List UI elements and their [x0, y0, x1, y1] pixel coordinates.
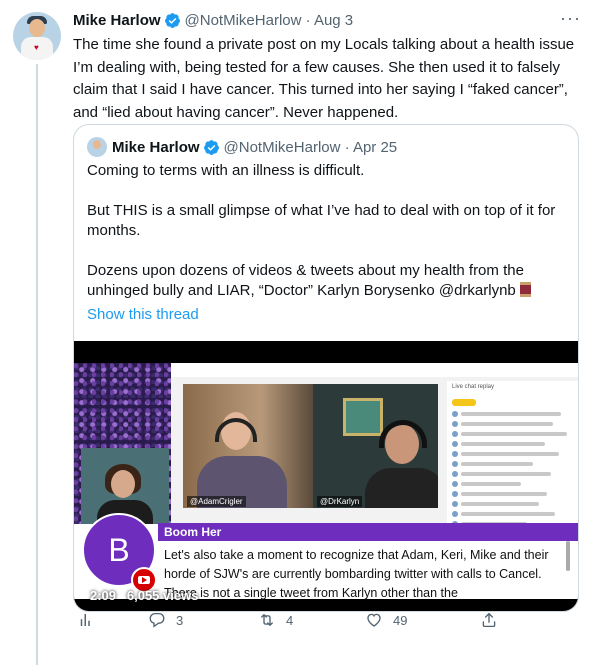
video-meta: 2:09 6,055 views	[90, 588, 198, 603]
cam-name-tag: @DrKarlyn	[317, 496, 363, 507]
stream-cam-2: @DrKarlyn	[313, 384, 438, 508]
video-duration: 2:09	[90, 588, 117, 603]
retweet-count: 4	[286, 612, 294, 628]
chat-message	[452, 441, 572, 447]
cam-person-face	[111, 470, 135, 498]
author-handle-date[interactable]: @NotMikeHarlow · Aug 3	[185, 12, 354, 29]
lower-third-scrollbar	[566, 541, 570, 571]
author-avatar[interactable]: ♥	[13, 12, 61, 60]
quote-paragraph: Coming to terms with an illness is diffi…	[87, 162, 365, 179]
quote-avatar	[87, 137, 107, 157]
chat-message	[452, 431, 572, 437]
video-player[interactable]: @AdamCrigler @DrKarlyn Live chat replay	[74, 341, 578, 611]
thread-line	[36, 64, 38, 665]
retweet-icon	[261, 614, 273, 626]
quote-handle-date: @NotMikeHarlow · Apr 25	[223, 138, 398, 156]
like-count: 49	[393, 612, 408, 628]
share-icon	[482, 612, 496, 628]
wall-painting	[343, 398, 383, 436]
chat-message	[452, 411, 572, 417]
like-button[interactable]: 49	[365, 610, 407, 630]
reply-button[interactable]: 3	[148, 610, 183, 630]
avatar-face	[29, 19, 45, 37]
more-icon[interactable]: ···	[560, 8, 581, 29]
avatar-shirt-heart: ♥	[34, 43, 39, 52]
quote-paragraph-last: Dozens upon dozens of videos & tweets ab…	[87, 261, 571, 301]
lower-third-text: Let's also take a moment to recognize th…	[164, 548, 549, 600]
chat-message	[452, 491, 572, 497]
reply-count: 3	[176, 612, 184, 628]
cam-name-tag: @AdamCrigler	[187, 496, 246, 507]
stream-cam-1: @AdamCrigler	[183, 384, 313, 508]
quote-text: Coming to terms with an illness is diffi…	[87, 161, 571, 321]
quote-paragraph-text: Dozens upon dozens of videos & tweets ab…	[87, 262, 524, 299]
chat-message	[452, 471, 572, 477]
chat-title: Live chat replay	[452, 384, 495, 390]
tweet-header: Mike Harlow @NotMikeHarlow · Aug 3	[73, 10, 353, 30]
spool-emoji-icon	[519, 282, 531, 297]
tweet-actions: 3 4 49	[73, 608, 583, 632]
stream-header	[171, 363, 578, 377]
quote-author-name: Mike Harlow	[112, 138, 200, 156]
quote-paragraph: But THIS is a small glimpse of what I’ve…	[87, 202, 556, 239]
verified-badge-icon	[203, 139, 219, 155]
cam-person-shirt	[365, 468, 438, 508]
superchat-badge	[452, 399, 476, 406]
author-name[interactable]: Mike Harlow	[73, 12, 161, 29]
share-button[interactable]	[480, 610, 508, 630]
tweet-text: The time she found a private post on my …	[73, 36, 575, 121]
chat-message	[452, 511, 572, 517]
show-thread-link[interactable]: Show this thread	[87, 306, 199, 323]
retweet-button[interactable]: 4	[258, 610, 293, 630]
analytics-button[interactable]	[77, 610, 105, 630]
quoted-tweet[interactable]: Mike Harlow @NotMikeHarlow · Apr 25 Comi…	[73, 124, 579, 612]
headphones-icon	[379, 420, 427, 448]
video-views: 6,055 views	[126, 588, 199, 603]
lower-third-name: Boom Her	[164, 525, 222, 539]
chat-message	[452, 451, 572, 457]
chat-message	[452, 481, 572, 487]
chat-message	[452, 501, 572, 507]
analytics-icon	[80, 614, 90, 626]
verified-badge-icon	[164, 12, 180, 28]
lower-third-name-bar: Boom Her	[158, 523, 578, 541]
reply-icon	[149, 612, 165, 628]
chat-message	[452, 461, 572, 467]
quote-header: Mike Harlow @NotMikeHarlow · Apr 25	[87, 137, 397, 157]
like-icon	[367, 613, 381, 627]
chat-message	[452, 421, 572, 427]
